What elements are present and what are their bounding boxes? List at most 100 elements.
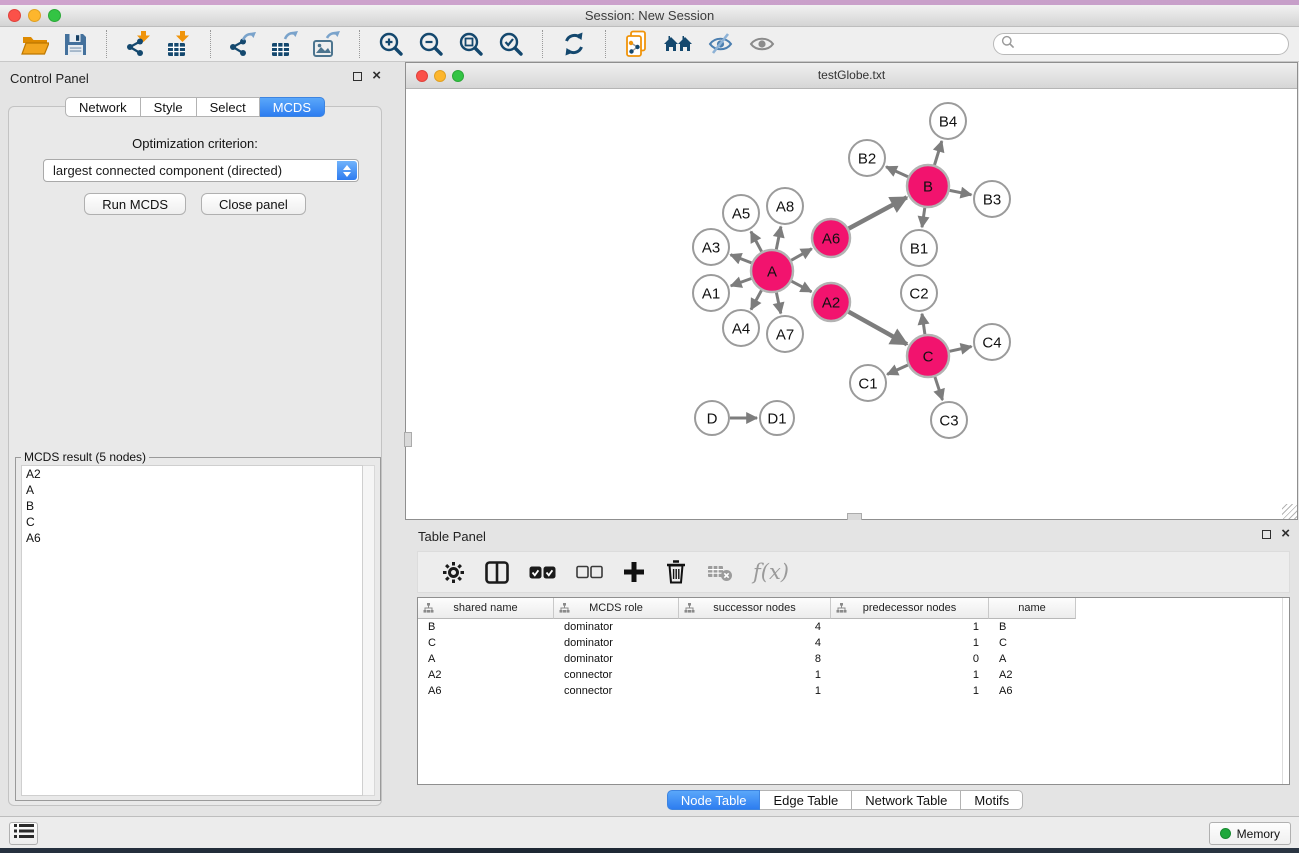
save-icon[interactable] xyxy=(63,32,88,57)
graph-edge-A-A1[interactable] xyxy=(731,279,752,286)
table-cell[interactable]: A6 xyxy=(989,683,1076,699)
graph-edge-A-A4[interactable] xyxy=(751,290,762,309)
graph-edge-C-C4[interactable] xyxy=(950,347,972,352)
graph-edge-C-C2[interactable] xyxy=(922,314,925,334)
select-all-icon[interactable] xyxy=(529,564,556,581)
graph-edge-A-A5[interactable] xyxy=(751,232,762,252)
table-cell[interactable]: dominator xyxy=(554,651,679,667)
table-cell[interactable]: 4 xyxy=(679,619,831,635)
table-cell[interactable]: connector xyxy=(554,667,679,683)
maximize-window-button[interactable] xyxy=(48,9,61,22)
close-window-button[interactable] xyxy=(8,9,21,22)
graph-edge-A-A3[interactable] xyxy=(731,255,752,263)
add-icon[interactable] xyxy=(623,561,645,583)
table-cell[interactable]: A xyxy=(418,651,554,667)
table-cell[interactable]: 1 xyxy=(831,635,989,651)
table-cell[interactable]: 1 xyxy=(831,683,989,699)
column-header-name[interactable]: name xyxy=(989,598,1076,619)
columns-icon[interactable] xyxy=(485,561,509,584)
table-float-panel-icon[interactable] xyxy=(1262,530,1271,539)
column-header-predecessor-nodes[interactable]: predecessor nodes xyxy=(831,598,989,619)
zoom-out-icon[interactable] xyxy=(418,31,444,57)
table-cell[interactable]: C xyxy=(418,635,554,651)
table-cell[interactable]: A6 xyxy=(418,683,554,699)
function-icon[interactable]: f(x) xyxy=(753,560,789,584)
vertical-scroll-thumb[interactable] xyxy=(404,432,412,447)
home-icon[interactable] xyxy=(664,32,694,56)
criterion-dropdown[interactable]: largest connected component (directed) xyxy=(43,159,359,182)
table-cell[interactable]: A2 xyxy=(989,667,1076,683)
export-table-icon[interactable] xyxy=(271,31,299,58)
network-graph[interactable]: B4B2BB3A8A5A6A3B1AA1C2A2A4A7C4CC1C3DD1 xyxy=(406,89,1297,519)
graph-edge-A-A7[interactable] xyxy=(776,293,780,314)
network-close-button[interactable] xyxy=(416,70,428,82)
network-canvas[interactable]: B4B2BB3A8A5A6A3B1AA1C2A2A4A7C4CC1C3DD1 xyxy=(406,89,1297,519)
column-header-MCDS-role[interactable]: MCDS role xyxy=(554,598,679,619)
float-panel-icon[interactable] xyxy=(353,72,362,81)
close-panel-icon[interactable]: × xyxy=(372,71,381,81)
graph-edge-C-C1[interactable] xyxy=(887,365,908,374)
zoom-in-icon[interactable] xyxy=(378,31,404,57)
result-item[interactable]: B xyxy=(22,498,362,514)
table-cell[interactable]: C xyxy=(989,635,1076,651)
hide-network-icon[interactable] xyxy=(708,32,735,56)
graph-edge-B-B4[interactable] xyxy=(935,141,942,165)
search-input[interactable] xyxy=(1020,36,1288,52)
close-panel-button[interactable]: Close panel xyxy=(201,193,306,215)
tab-node-table[interactable]: Node Table xyxy=(667,790,761,810)
graph-edge-A2-C[interactable] xyxy=(849,312,908,345)
column-header-successor-nodes[interactable]: successor nodes xyxy=(679,598,831,619)
table-cell[interactable]: 1 xyxy=(679,667,831,683)
node-table[interactable]: shared nameMCDS rolesuccessor nodesprede… xyxy=(417,597,1290,785)
table-cell[interactable]: A2 xyxy=(418,667,554,683)
table-cell[interactable]: dominator xyxy=(554,619,679,635)
tab-edge-table[interactable]: Edge Table xyxy=(760,790,852,810)
table-cell[interactable]: B xyxy=(418,619,554,635)
show-network-icon[interactable] xyxy=(749,34,776,54)
graph-edge-A-A6[interactable] xyxy=(791,249,812,261)
table-cell[interactable]: connector xyxy=(554,683,679,699)
table-cell[interactable]: 8 xyxy=(679,651,831,667)
zoom-selected-icon[interactable] xyxy=(498,31,524,57)
table-cell[interactable]: B xyxy=(989,619,1076,635)
export-network-icon[interactable] xyxy=(229,31,257,58)
network-maximize-button[interactable] xyxy=(452,70,464,82)
result-item[interactable]: A2 xyxy=(22,466,362,482)
import-network-icon[interactable] xyxy=(125,30,152,58)
network-minimize-button[interactable] xyxy=(434,70,446,82)
import-table-icon[interactable] xyxy=(166,30,192,58)
table-cell[interactable]: 1 xyxy=(831,619,989,635)
graph-edge-B-B3[interactable] xyxy=(950,190,972,194)
table-row[interactable]: Adominator80A xyxy=(418,651,1289,667)
tab-network-table[interactable]: Network Table xyxy=(852,790,961,810)
tab-motifs[interactable]: Motifs xyxy=(961,790,1023,810)
tab-mcds[interactable]: MCDS xyxy=(260,97,325,117)
zoom-fit-icon[interactable] xyxy=(458,31,484,57)
table-row[interactable]: A6connector11A6 xyxy=(418,683,1289,699)
column-header-shared-name[interactable]: shared name xyxy=(418,598,554,619)
delete-icon[interactable] xyxy=(665,560,687,584)
network-window-titlebar[interactable]: testGlobe.txt xyxy=(406,63,1297,89)
graph-edge-A-A8[interactable] xyxy=(776,227,781,250)
table-cell[interactable]: dominator xyxy=(554,635,679,651)
table-cell[interactable]: 1 xyxy=(679,683,831,699)
table-row[interactable]: Bdominator41B xyxy=(418,619,1289,635)
open-file-icon[interactable] xyxy=(21,32,49,57)
settings-icon[interactable] xyxy=(442,561,465,584)
refresh-icon[interactable] xyxy=(561,31,587,57)
table-cell[interactable]: 0 xyxy=(831,651,989,667)
delete-table-icon[interactable] xyxy=(707,562,733,582)
graph-edge-A6-B[interactable] xyxy=(849,197,907,228)
table-cell[interactable]: 1 xyxy=(831,667,989,683)
table-row[interactable]: Cdominator41C xyxy=(418,635,1289,651)
run-mcds-button[interactable]: Run MCDS xyxy=(84,193,186,215)
task-history-button[interactable] xyxy=(9,822,38,845)
result-scrollbar[interactable] xyxy=(363,465,375,796)
graph-edge-B-B2[interactable] xyxy=(886,167,908,177)
graph-edge-A-A2[interactable] xyxy=(792,281,812,292)
result-item[interactable]: A6 xyxy=(22,530,362,546)
deselect-all-icon[interactable] xyxy=(576,565,603,580)
minimize-window-button[interactable] xyxy=(28,9,41,22)
result-item[interactable]: A xyxy=(22,482,362,498)
table-row[interactable]: A2connector11A2 xyxy=(418,667,1289,683)
